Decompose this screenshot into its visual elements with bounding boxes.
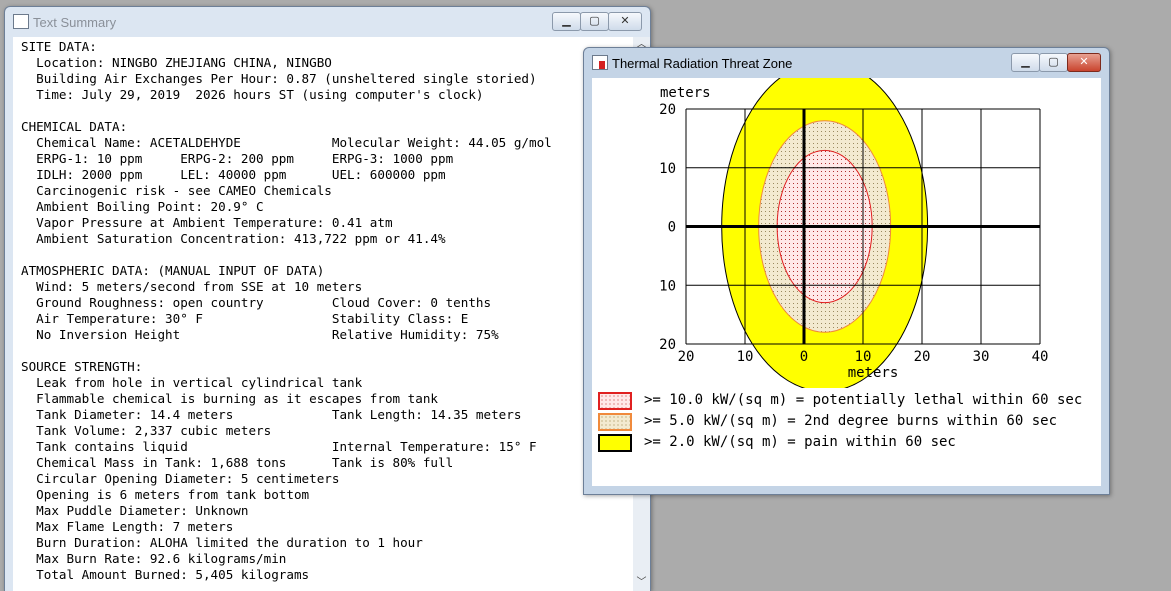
summary-line: Building Air Exchanges Per Hour: 0.87 (u…	[36, 71, 537, 86]
threat-zone-app-icon	[592, 55, 608, 70]
summary-line: Location: NINGBO ZHEJIANG CHINA, NINGBO	[36, 55, 332, 70]
close-button[interactable]: ✕	[608, 12, 642, 31]
summary-line: Circular Opening Diameter: 5 centimeters	[36, 471, 340, 486]
text-summary-titlebar[interactable]: Text Summary ▁ ▢ ✕	[5, 7, 650, 37]
minimize-button[interactable]: ▁	[1011, 53, 1040, 72]
summary-line: Flammable chemical is burning as it esca…	[36, 391, 439, 406]
summary-line: Opening is 6 meters from tank bottom	[36, 487, 310, 502]
summary-line: ERPG-1: 10 ppm ERPG-2: 200 ppm ERPG-3: 1…	[36, 151, 454, 166]
close-icon: ✕	[1079, 55, 1089, 68]
summary-line: Vapor Pressure at Ambient Temperature: 0…	[36, 215, 393, 230]
summary-line: Burn Duration: ALOHA limited the duratio…	[36, 535, 423, 550]
y-tick-label: 10	[659, 161, 676, 177]
summary-line: Tank Diameter: 14.4 meters Tank Length: …	[36, 407, 522, 422]
summary-line: SOURCE STRENGTH:	[21, 359, 143, 374]
summary-line: Air Temperature: 30° F Stability Class: …	[36, 311, 469, 326]
legend-label: >= 10.0 kW/(sq m) = potentially lethal w…	[644, 392, 1083, 408]
summary-line: Carcinogenic risk - see CAMEO Chemicals	[36, 183, 332, 198]
legend-swatch	[598, 413, 632, 431]
legend-swatch	[598, 392, 632, 410]
summary-line: IDLH: 2000 ppm LEL: 40000 ppm UEL: 60000…	[36, 167, 446, 182]
summary-line: Max Flame Length: 7 meters	[36, 519, 234, 534]
x-tick-label: 40	[1032, 349, 1049, 365]
maximize-button[interactable]: ▢	[580, 12, 609, 31]
close-icon: ✕	[620, 14, 630, 27]
summary-line: Max Puddle Diameter: Unknown	[36, 503, 249, 518]
x-tick-label: 0	[800, 349, 808, 365]
y-tick-label: 20	[659, 102, 676, 118]
scroll-down-icon[interactable]: ﹀	[633, 575, 650, 591]
summary-line: Ambient Boiling Point: 20.9° C	[36, 199, 264, 214]
text-summary-title: Text Summary	[33, 15, 117, 30]
close-button[interactable]: ✕	[1067, 53, 1101, 72]
y-tick-label: 0	[668, 220, 676, 236]
summary-line: Max Burn Rate: 92.6 kilograms/min	[36, 551, 287, 566]
summary-line: Total Amount Burned: 5,405 kilograms	[36, 567, 310, 582]
y-tick-label: 20	[659, 337, 676, 353]
summary-line: Time: July 29, 2019 2026 hours ST (using…	[36, 87, 484, 102]
x-axis-label: meters	[848, 365, 899, 381]
summary-line: Tank contains liquid Internal Temperatur…	[36, 439, 537, 454]
x-tick-label: 20	[678, 349, 695, 365]
summary-line: Leak from hole in vertical cylindrical t…	[36, 375, 363, 390]
x-tick-label: 20	[914, 349, 931, 365]
summary-line: No Inversion Height Relative Humidity: 7…	[36, 327, 499, 342]
text-summary-content: SITE DATA: Location: NINGBO ZHEJIANG CHI…	[13, 37, 633, 591]
y-tick-label: 10	[659, 278, 676, 294]
x-tick-label: 10	[855, 349, 872, 365]
summary-line: SITE DATA:	[21, 39, 97, 54]
threat-zone-client: 20 10 0 10 20 30 40 20 10 0 10 20 meters meters >= 10…	[592, 78, 1101, 486]
summary-line: Chemical Name: ACETALDEHYDE Molecular We…	[36, 135, 552, 150]
text-summary-window[interactable]: Text Summary ▁ ▢ ✕ SITE DATA: Location: …	[4, 6, 651, 591]
summary-line: ATMOSPHERIC DATA: (MANUAL INPUT OF DATA)	[21, 263, 325, 278]
summary-line: Wind: 5 meters/second from SSE at 10 met…	[36, 279, 363, 294]
summary-line: Chemical Mass in Tank: 1,688 tons Tank i…	[36, 455, 454, 470]
threat-zone-window[interactable]: Thermal Radiation Threat Zone ▁ ▢ ✕ 20 10…	[583, 47, 1110, 495]
summary-line: Ambient Saturation Concentration: 413,72…	[36, 231, 446, 246]
maximize-button[interactable]: ▢	[1039, 53, 1068, 72]
minimize-icon: ▁	[562, 14, 571, 27]
text-summary-app-icon	[13, 14, 29, 29]
threat-zone-plot: 20 10 0 10 20 30 40201001020metersmeters	[659, 78, 1049, 388]
legend-swatch	[598, 434, 632, 452]
maximize-icon: ▢	[1048, 55, 1059, 68]
summary-text: SITE DATA: Location: NINGBO ZHEJIANG CHI…	[13, 37, 633, 583]
legend-label: >= 5.0 kW/(sq m) = 2nd degree burns with…	[644, 413, 1058, 429]
x-tick-label: 30	[973, 349, 990, 365]
summary-line: Ground Roughness: open country Cloud Cov…	[36, 295, 492, 310]
threat-zone-titlebar[interactable]: Thermal Radiation Threat Zone ▁ ▢ ✕	[584, 48, 1109, 78]
x-tick-label: 10	[737, 349, 754, 365]
minimize-icon: ▁	[1021, 55, 1030, 68]
summary-line: CHEMICAL DATA:	[21, 119, 128, 134]
summary-line: Tank Volume: 2,337 cubic meters	[36, 423, 272, 438]
threat-zone-title: Thermal Radiation Threat Zone	[612, 56, 793, 71]
maximize-icon: ▢	[589, 14, 600, 27]
legend-label: >= 2.0 kW/(sq m) = pain within 60 sec	[644, 434, 956, 450]
y-axis-label: meters	[660, 85, 711, 101]
minimize-button[interactable]: ▁	[552, 12, 581, 31]
